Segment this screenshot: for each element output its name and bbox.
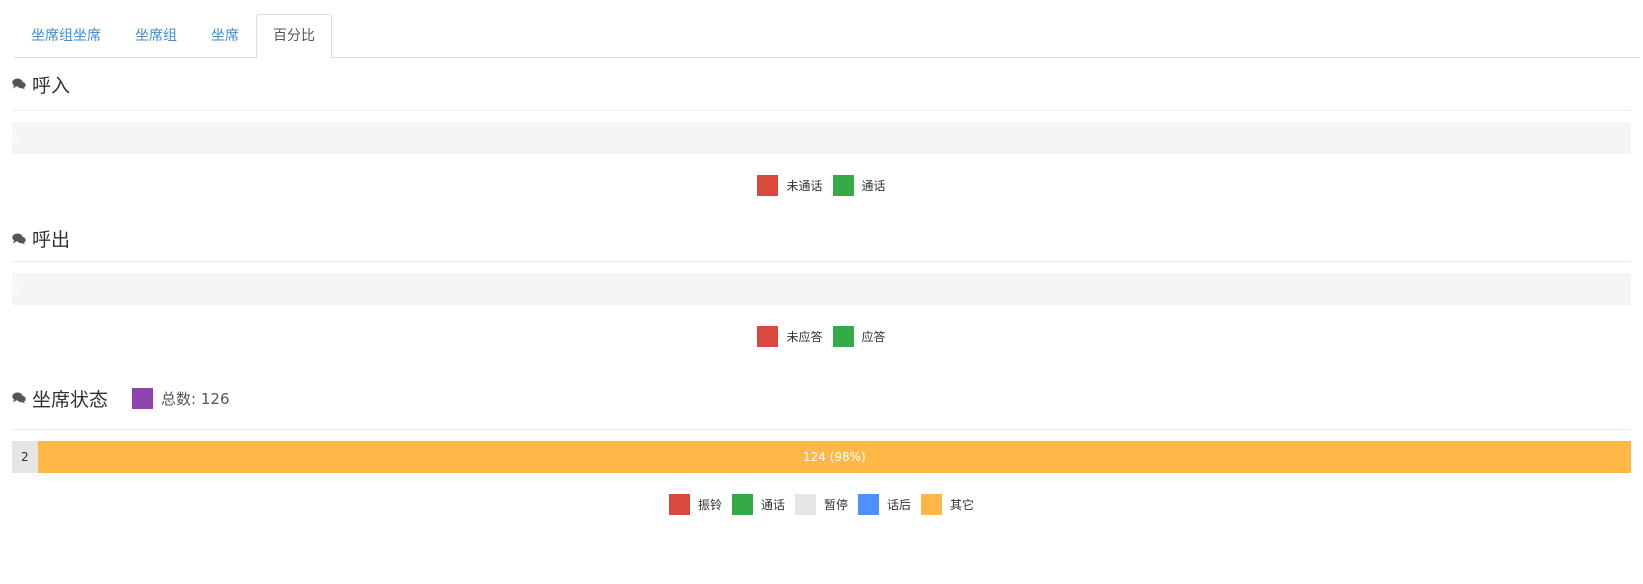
tab-agent-group-agents[interactable]: 坐席组坐席: [14, 14, 118, 58]
status-bar-segment-other: 124 (98%): [37, 441, 1631, 473]
legend-swatch: [858, 493, 879, 515]
agent-status-title: 坐席状态: [32, 388, 109, 411]
outbound-legend: 未应答 应答: [12, 305, 1631, 367]
page-container: 坐席组坐席 坐席组 坐席 百分比 呼入 0 未通话 通话 呼出 0 未应答 应答…: [12, 0, 1643, 535]
comments-icon: [12, 78, 26, 90]
total-label: 总数: 126: [161, 388, 229, 409]
inbound-legend: 未通话 通话: [12, 154, 1631, 216]
total-value: 126: [200, 389, 230, 408]
comments-icon: [12, 233, 26, 245]
tab-agent-groups[interactable]: 坐席组: [118, 14, 194, 58]
legend-item-talking: 通话: [731, 493, 785, 515]
agent-status-legend: 振铃 通话 暂停 话后 其它: [12, 473, 1631, 535]
legend-label: 通话: [861, 178, 886, 193]
legend-swatch: [832, 174, 854, 196]
legend-item-after-call: 话后: [858, 493, 912, 515]
legend-swatch: [832, 325, 854, 347]
legend-label: 应答: [861, 329, 886, 344]
inbound-heading: 呼入: [12, 58, 1631, 111]
legend-item-other: 其它: [921, 493, 975, 515]
legend-swatch: [668, 493, 690, 515]
tab-agents[interactable]: 坐席: [194, 14, 256, 58]
legend-label: 其它: [950, 497, 975, 512]
inbound-progress-bar: 0: [12, 122, 1631, 154]
legend-label: 通话: [760, 497, 785, 512]
inbound-bar-value: 0: [12, 131, 20, 145]
outbound-title: 呼出: [32, 229, 71, 251]
outbound-bar-value: 0: [12, 282, 20, 296]
outbound-heading: 呼出: [12, 216, 1631, 262]
legend-item-paused: 暂停: [794, 493, 848, 515]
legend-label: 振铃: [697, 497, 722, 512]
total-swatch: [132, 387, 154, 409]
inbound-title: 呼入: [32, 74, 71, 97]
legend-label: 话后: [887, 497, 912, 512]
legend-item-not-answered: 未应答: [757, 325, 823, 347]
agent-status-heading: 坐席状态 总数: 126: [12, 367, 1631, 430]
legend-label: 暂停: [823, 497, 848, 512]
legend-item-answered: 应答: [832, 325, 886, 347]
total-count: 总数: 126: [132, 387, 230, 409]
legend-swatch: [921, 493, 943, 515]
legend-swatch: [731, 493, 753, 515]
outbound-progress-bar: 0: [12, 273, 1631, 305]
legend-label: 未通话: [786, 178, 823, 193]
legend-swatch: [757, 174, 779, 196]
agent-status-progress-bar: 2 124 (98%): [12, 441, 1631, 473]
total-label-text: 总数:: [161, 389, 197, 408]
legend-item-unanswered-call: 未通话: [757, 174, 823, 196]
comments-icon: [12, 392, 26, 404]
status-bar-segment-paused: 2: [12, 441, 38, 473]
tab-percentage[interactable]: 百分比: [256, 14, 332, 59]
legend-swatch: [757, 325, 779, 347]
legend-item-ringing: 振铃: [668, 493, 722, 515]
legend-item-call: 通话: [832, 174, 886, 196]
tab-bar: 坐席组坐席 坐席组 坐席 百分比: [14, 0, 1640, 59]
legend-swatch: [794, 493, 816, 515]
legend-label: 未应答: [786, 329, 823, 344]
